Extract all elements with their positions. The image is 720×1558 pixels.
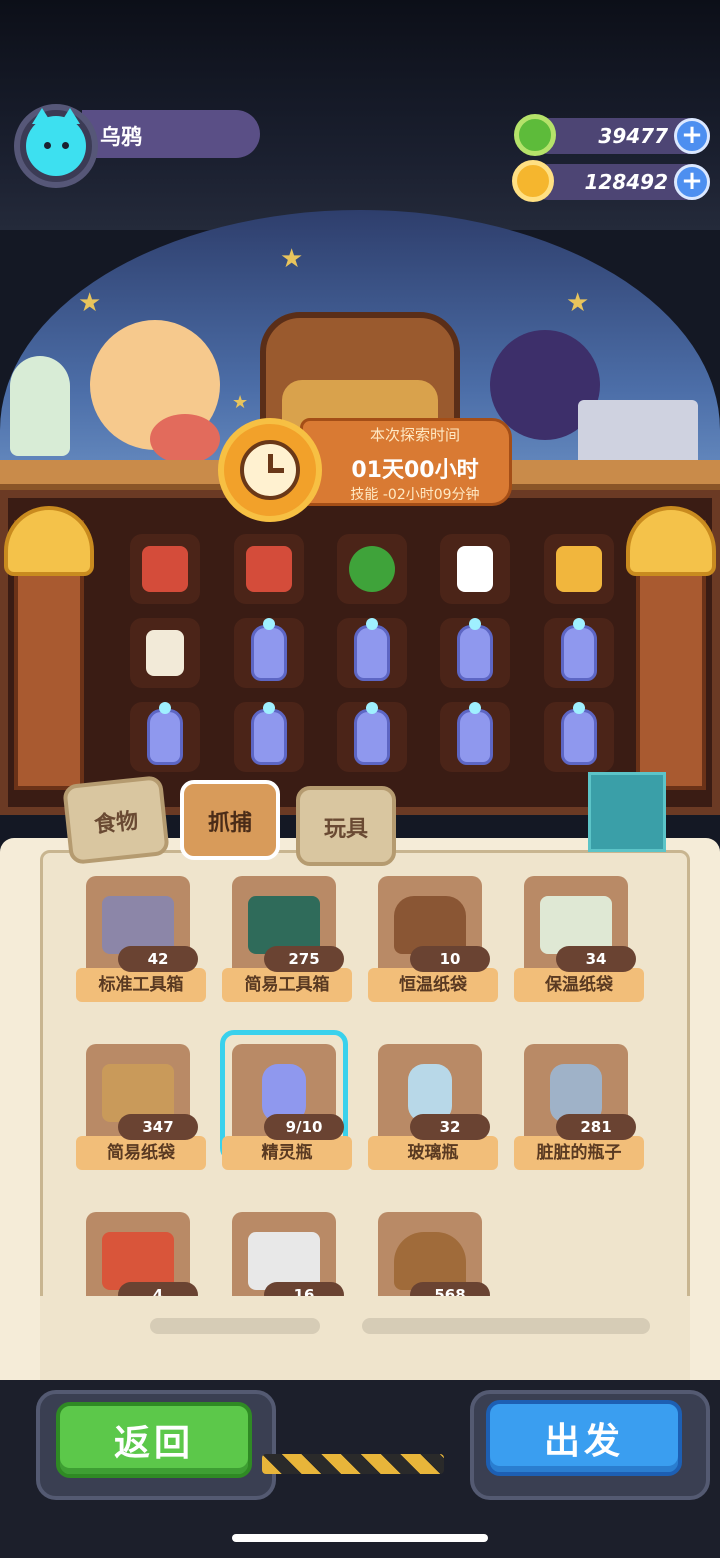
add-coins-button[interactable]: + [674,164,710,200]
item-cell[interactable]: 脏脏的瓶子 281 [514,1044,644,1194]
backpack-slot[interactable] [440,702,510,772]
go-button[interactable]: 出发 [486,1400,682,1476]
star-icon: ★ [280,244,304,274]
spirit-bottle-icon [251,618,287,681]
add-gems-button[interactable]: + [674,118,710,154]
blurred-text [150,1318,320,1334]
spirit-bottle-icon [147,702,183,765]
star-icon: ★ [566,288,590,318]
home-indicator[interactable] [232,1534,488,1542]
item-label: 脏脏的瓶子 [514,1136,644,1170]
star-icon: ★ [78,288,102,318]
skill-reduction: 技能 -02小时09分钟 [350,487,480,503]
player-name: 乌鸦 [100,125,142,149]
item-label: 保温纸袋 [514,968,644,1002]
item-count: 32 [410,1114,490,1140]
spirit-bottle-icon [251,702,287,765]
backpack-slot[interactable] [130,702,200,772]
backpack-slot[interactable] [337,534,407,604]
item-label: 简易工具箱 [222,968,352,1002]
backpack-slot[interactable] [234,702,304,772]
flower-toy-icon [349,546,395,592]
spirit-bottle-icon [457,702,493,765]
item-count: 34 [556,946,636,972]
item-cell[interactable]: 简易纸袋 347 [76,1044,206,1194]
hazard-stripe [262,1454,444,1474]
star-icon: ★ [232,392,249,413]
backpack-slot[interactable] [440,534,510,604]
item-label: 简易纸袋 [76,1136,206,1170]
rocket-toy-icon [10,356,70,456]
spirit-bottle-icon [561,702,597,765]
spirit-bottle-icon [457,618,493,681]
tab-capture[interactable]: 抓捕 [180,780,280,860]
item-label: 标准工具箱 [76,968,206,1002]
food-crate-icon [142,546,188,592]
backpack-slot[interactable] [544,618,614,688]
exploration-time-title: 本次探索时间 [369,426,460,444]
spirit-bottle-icon [354,702,390,765]
item-label: 精灵瓶 [222,1136,352,1170]
gem-count: 39477 [598,124,668,148]
cat-avatar-icon[interactable] [26,108,86,176]
item-count: 281 [556,1114,636,1140]
blurred-text [362,1318,650,1334]
spirit-bottle-icon [354,618,390,681]
bottle-bookmark-icon[interactable] [588,772,666,852]
back-button[interactable]: 返回 [56,1402,252,1478]
tab-toys[interactable]: 玩具 [296,786,396,866]
backpack-slot[interactable] [337,618,407,688]
item-count: 9/10 [264,1114,344,1140]
backpack-slot[interactable] [544,702,614,772]
item-count: 275 [264,946,344,972]
item-cell[interactable]: 恒温纸袋 10 [368,876,498,1026]
item-cell[interactable]: 标准工具箱 42 [76,876,206,1026]
clock-hand [268,468,284,473]
spirit-bottle-icon [561,618,597,681]
item-cell[interactable]: 保温纸袋 34 [514,876,644,1026]
food-crate-icon [246,546,292,592]
backpack-slot[interactable] [234,618,304,688]
item-cell[interactable]: 玻璃瓶 32 [368,1044,498,1194]
order-document-icon [146,630,184,676]
backpack-slot[interactable] [130,534,200,604]
backpack-slot[interactable] [234,534,304,604]
tab-food[interactable]: 食物 [62,774,170,866]
item-label: 玻璃瓶 [368,1136,498,1170]
backpack-slot[interactable] [440,618,510,688]
item-cell[interactable]: 简易工具箱 275 [222,876,352,1026]
backpack-slot[interactable] [544,534,614,604]
exploration-duration: 01天00小时 [351,458,479,483]
item-cell-selected[interactable]: 精灵瓶 9/10 [222,1044,352,1194]
coin-count: 128492 [584,170,669,194]
item-count: 10 [410,946,490,972]
backpack-slot[interactable] [130,618,200,688]
backpack-slot[interactable] [337,702,407,772]
item-count: 42 [118,946,198,972]
playing-card-icon [457,546,493,592]
bottle-shelf-icon [578,400,698,466]
yarn-ball-icon [150,414,220,464]
item-count: 347 [118,1114,198,1140]
cd-folder-icon [556,546,602,592]
item-label: 恒温纸袋 [368,968,498,1002]
